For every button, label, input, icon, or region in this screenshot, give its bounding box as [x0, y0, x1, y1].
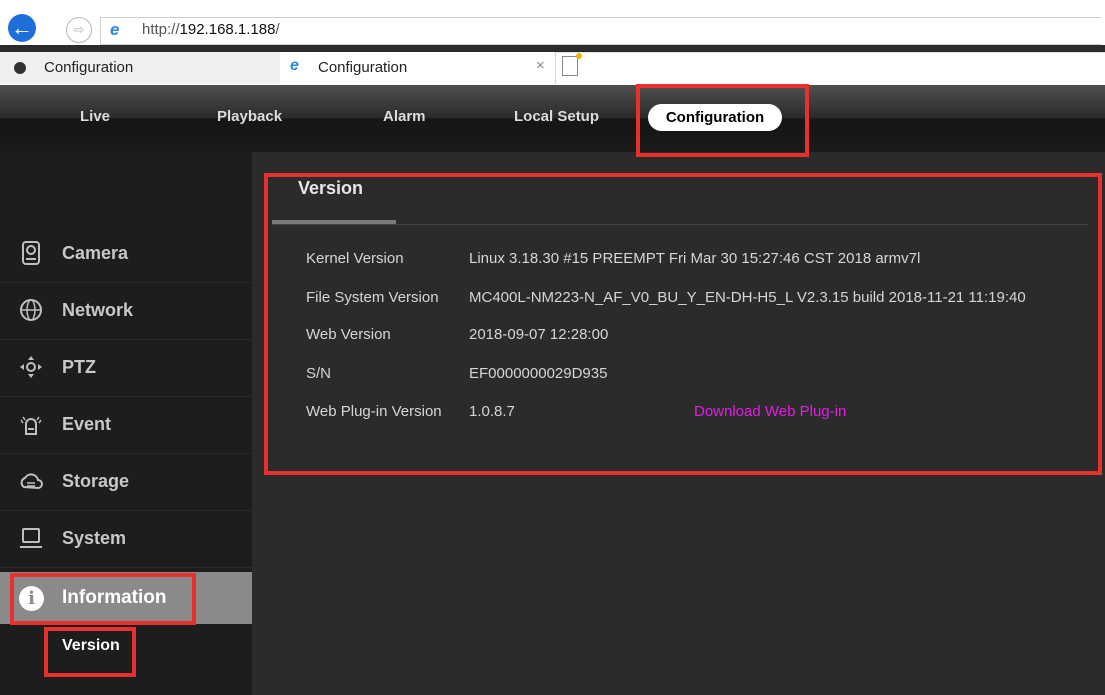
browser-tab-2[interactable]: e Configuration × [280, 52, 556, 84]
sidebar-item-network[interactable]: Network [0, 282, 252, 340]
close-tab-icon[interactable]: × [536, 57, 545, 74]
sidebar-item-camera[interactable]: Camera [0, 225, 252, 283]
back-arrow-icon[interactable]: ← [8, 14, 36, 42]
forward-arrow-icon[interactable]: ⇨ [66, 17, 92, 43]
sidebar-item-label: Storage [62, 471, 130, 491]
nav-local-setup[interactable]: Local Setup [514, 108, 599, 125]
browser-tab-label: Configuration [318, 59, 408, 76]
network-globe-icon [20, 299, 42, 321]
url-text[interactable]: http://192.168.1.188/ [142, 21, 280, 38]
highlight-box-version-panel [264, 173, 1102, 475]
new-tab-icon[interactable] [562, 53, 582, 76]
nav-playback[interactable]: Playback [217, 108, 282, 125]
sidebar-item-event[interactable]: Event [0, 396, 252, 454]
highlight-box-configuration [636, 84, 809, 157]
nav-live[interactable]: Live [80, 108, 110, 125]
nav-alarm[interactable]: Alarm [383, 108, 426, 125]
event-alarm-icon [20, 416, 42, 435]
ie-favicon-icon: e [290, 57, 299, 74]
camera-icon [22, 241, 40, 265]
browser-tab-label: Configuration [44, 59, 134, 76]
camera-favicon-icon [14, 62, 26, 74]
sidebar-item-label: Event [62, 414, 112, 434]
sidebar-item-label: PTZ [62, 357, 96, 377]
system-monitor-icon [20, 528, 42, 548]
ie-logo-icon: e [110, 20, 120, 39]
browser-tab-1[interactable]: Configuration [0, 52, 281, 84]
sidebar-item-label: Camera [62, 243, 129, 263]
highlight-box-version [44, 627, 136, 677]
sidebar-item-ptz[interactable]: PTZ [0, 339, 252, 397]
sidebar-item-storage[interactable]: Storage [0, 453, 252, 511]
storage-cloud-icon [20, 473, 43, 490]
sidebar-item-label: System [62, 528, 127, 548]
highlight-box-information [10, 573, 196, 625]
ptz-direction-icon [20, 356, 42, 378]
sidebar-item-system[interactable]: System [0, 510, 252, 568]
sidebar-item-label: Network [62, 300, 134, 320]
